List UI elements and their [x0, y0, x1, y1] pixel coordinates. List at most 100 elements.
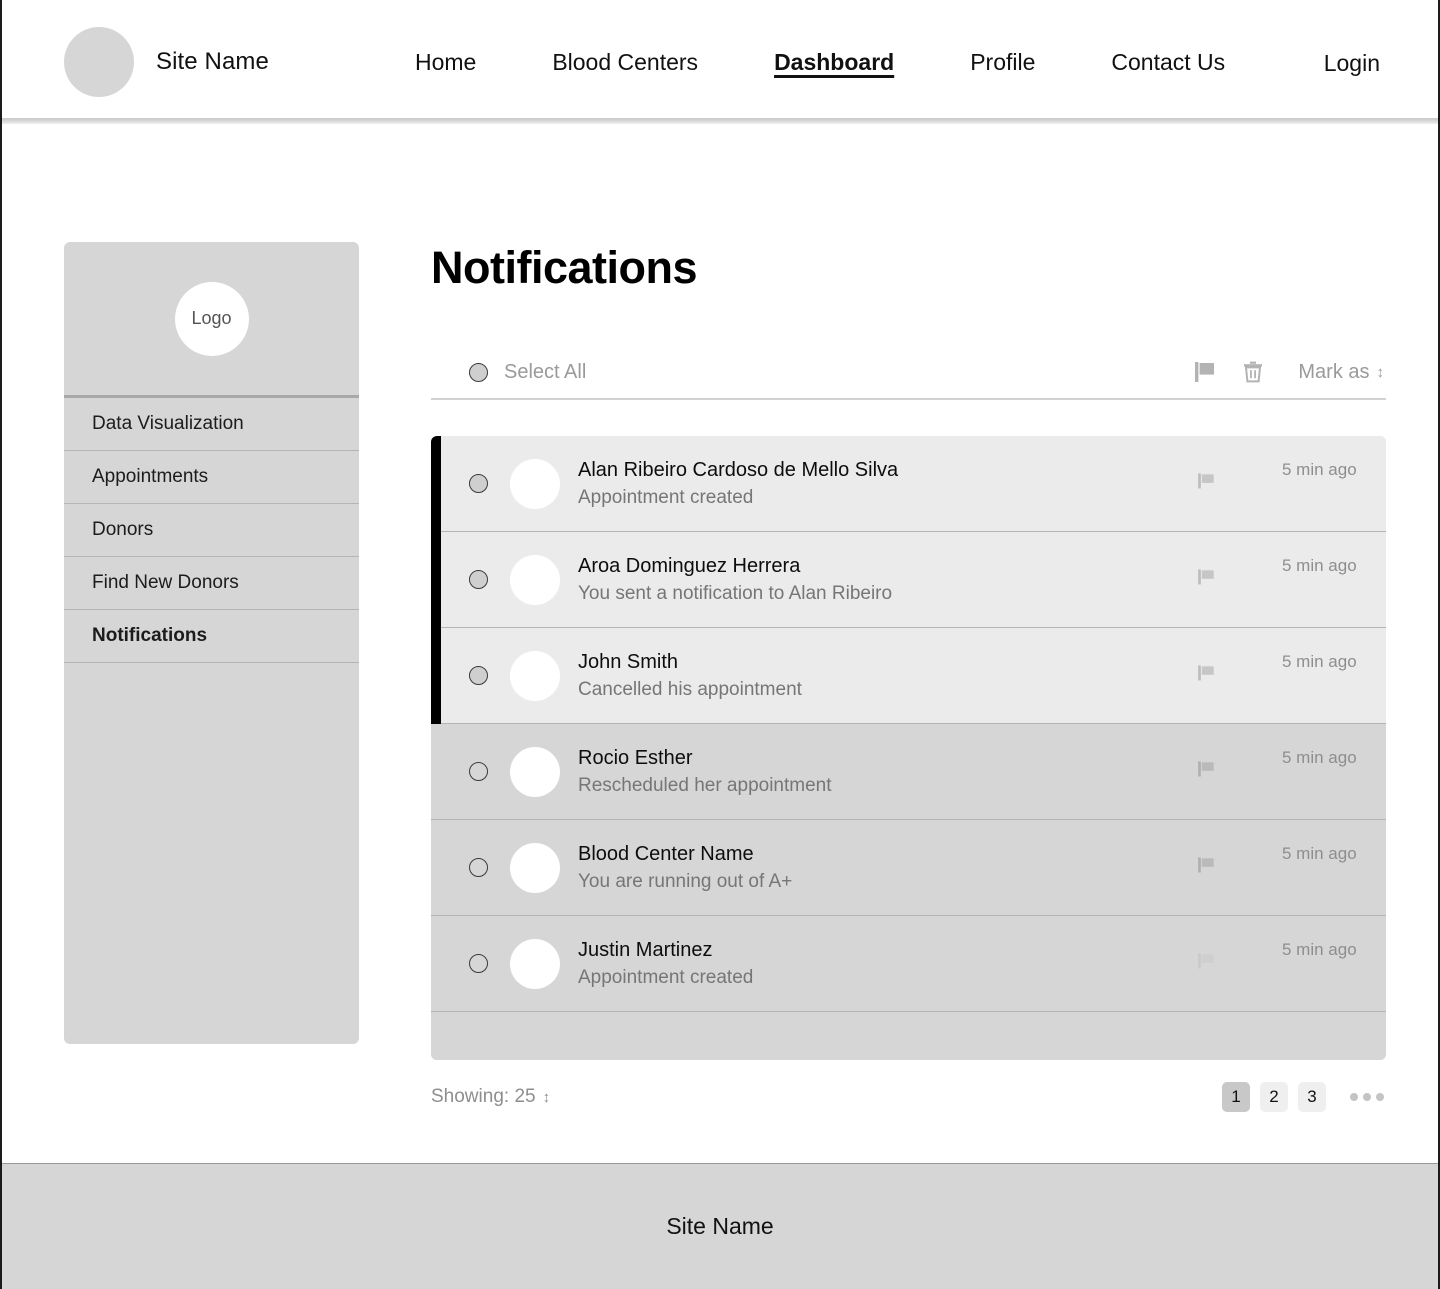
flag-icon[interactable] [1197, 759, 1216, 784]
notification-text: Rocio Esther Rescheduled her appointment [578, 747, 832, 797]
notification-meta: 5 min ago [1197, 940, 1386, 976]
notification-meta: 5 min ago [1197, 460, 1386, 496]
trash-icon[interactable] [1242, 360, 1264, 384]
sort-caret-icon: ↕ [1376, 363, 1385, 381]
notification-time: 5 min ago [1282, 939, 1357, 959]
sidebar-item-appointments[interactable]: Appointments [64, 451, 359, 504]
flag-icon[interactable] [1197, 471, 1216, 496]
main-nav: Home Blood Centers Dashboard Profile Con… [415, 49, 1263, 76]
notification-message: You are running out of A+ [578, 870, 793, 892]
notifications-toolbar: Select All Mark as ↕ [431, 346, 1386, 400]
notification-name: John Smith [578, 650, 679, 673]
notification-time: 5 min ago [1282, 651, 1357, 671]
notification-time: 5 min ago [1282, 555, 1357, 575]
notification-select-radio[interactable] [469, 954, 488, 973]
notification-message: You sent a notification to Alan Ribeiro [578, 582, 893, 604]
flag-icon[interactable] [1197, 567, 1216, 592]
notification-name: Blood Center Name [578, 842, 754, 865]
notification-name: Alan Ribeiro Cardoso de Mello Silva [578, 458, 899, 481]
sidebar-item-data-visualization[interactable]: Data Visualization [64, 398, 359, 451]
login-link[interactable]: Login [1324, 50, 1380, 77]
page-content: Logo Data Visualization Appointments Don… [2, 124, 1438, 1164]
notification-name: Aroa Dominguez Herrera [578, 554, 801, 577]
nav-item-home[interactable]: Home [415, 49, 514, 76]
avatar [510, 842, 560, 893]
nav-item-blood-centers[interactable]: Blood Centers [514, 49, 736, 76]
dashboard-sidebar: Logo Data Visualization Appointments Don… [64, 242, 359, 1044]
sidebar-logo-area: Logo [64, 242, 359, 398]
select-all-radio[interactable] [469, 362, 488, 382]
avatar [510, 554, 560, 605]
flag-icon[interactable] [1197, 855, 1216, 880]
notification-row[interactable]: Blood Center Name You are running out of… [431, 820, 1386, 916]
notification-meta: 5 min ago [1197, 748, 1386, 784]
list-footer-controls: Showing: 25 ↕ 1 2 3 [431, 1082, 1386, 1112]
notification-message: Appointment created [578, 966, 754, 988]
showing-count-label: Showing: 25 [431, 1086, 536, 1107]
sort-caret-icon: ↕ [542, 1088, 551, 1106]
app-window: Site Name Home Blood Centers Dashboard P… [0, 0, 1440, 1289]
notification-meta: 5 min ago [1197, 556, 1386, 592]
notification-text: John Smith Cancelled his appointment [578, 651, 802, 701]
avatar [510, 458, 560, 509]
notification-time: 5 min ago [1282, 459, 1357, 479]
notification-text: Blood Center Name You are running out of… [578, 843, 792, 893]
notification-row[interactable]: John Smith Cancelled his appointment 5 m… [431, 628, 1386, 724]
pagination-page-3[interactable]: 3 [1298, 1082, 1326, 1112]
notification-row[interactable]: Justin Martinez Appointment created 5 mi… [431, 916, 1386, 1012]
site-name-label: Site Name [156, 48, 269, 75]
sidebar-logo-placeholder: Logo [174, 281, 249, 356]
avatar [510, 746, 560, 797]
select-all-label: Select All [504, 360, 587, 383]
nav-item-contact-us[interactable]: Contact Us [1073, 49, 1263, 76]
avatar [510, 650, 560, 701]
notification-name: Justin Martinez [578, 938, 713, 961]
notification-row[interactable]: Aroa Dominguez Herrera You sent a notifi… [431, 532, 1386, 628]
pagination-page-2[interactable]: 2 [1260, 1082, 1288, 1112]
mark-as-dropdown[interactable]: Mark as ↕ [1298, 361, 1384, 384]
notification-meta: 5 min ago [1197, 844, 1386, 880]
notification-time: 5 min ago [1282, 843, 1357, 863]
notification-select-radio[interactable] [469, 474, 488, 493]
pagination: 1 2 3 [1222, 1082, 1384, 1112]
notification-text: Alan Ribeiro Cardoso de Mello Silva Appo… [578, 459, 898, 509]
flag-icon[interactable] [1197, 663, 1216, 688]
toolbar-actions: Mark as ↕ [1194, 360, 1384, 384]
notification-row[interactable]: Alan Ribeiro Cardoso de Mello Silva Appo… [431, 436, 1386, 532]
mark-as-label: Mark as [1298, 360, 1370, 383]
sidebar-item-donors[interactable]: Donors [64, 504, 359, 557]
brand[interactable]: Site Name [64, 27, 269, 97]
notification-time: 5 min ago [1282, 747, 1357, 767]
notification-name: Rocio Esther [578, 746, 693, 769]
sidebar-item-find-new-donors[interactable]: Find New Donors [64, 557, 359, 610]
site-footer-name: Site Name [666, 1213, 774, 1239]
sidebar-item-notifications[interactable]: Notifications [64, 610, 359, 663]
notification-text: Justin Martinez Appointment created [578, 939, 753, 989]
notification-meta: 5 min ago [1197, 652, 1386, 688]
flag-icon[interactable] [1194, 360, 1216, 384]
ellipsis-icon[interactable] [1350, 1093, 1384, 1101]
page-title: Notifications [431, 242, 698, 293]
notification-row[interactable]: Rocio Esther Rescheduled her appointment… [431, 724, 1386, 820]
site-header: Site Name Home Blood Centers Dashboard P… [2, 0, 1438, 124]
notification-message: Cancelled his appointment [578, 678, 802, 700]
notification-text: Aroa Dominguez Herrera You sent a notifi… [578, 555, 892, 605]
avatar [510, 938, 560, 989]
site-footer: Site Name [2, 1163, 1438, 1289]
notification-select-radio[interactable] [469, 858, 488, 877]
nav-item-profile[interactable]: Profile [932, 49, 1073, 76]
flag-icon[interactable] [1197, 951, 1216, 976]
notification-message: Rescheduled her appointment [578, 774, 832, 796]
notifications-list: Alan Ribeiro Cardoso de Mello Silva Appo… [431, 436, 1386, 1060]
site-logo-icon [64, 27, 134, 97]
pagination-page-1[interactable]: 1 [1222, 1082, 1250, 1112]
showing-count-dropdown[interactable]: Showing: 25 ↕ [431, 1086, 550, 1108]
main-panel: Notifications Select All Mark as ↕ Alan … [431, 242, 1386, 1164]
notification-select-radio[interactable] [469, 570, 488, 589]
list-empty-strip [431, 1012, 1386, 1060]
select-all-control[interactable]: Select All [469, 361, 586, 384]
notification-message: Appointment created [578, 486, 754, 508]
notification-select-radio[interactable] [469, 666, 488, 685]
notification-select-radio[interactable] [469, 762, 488, 781]
nav-item-dashboard[interactable]: Dashboard [736, 49, 932, 76]
